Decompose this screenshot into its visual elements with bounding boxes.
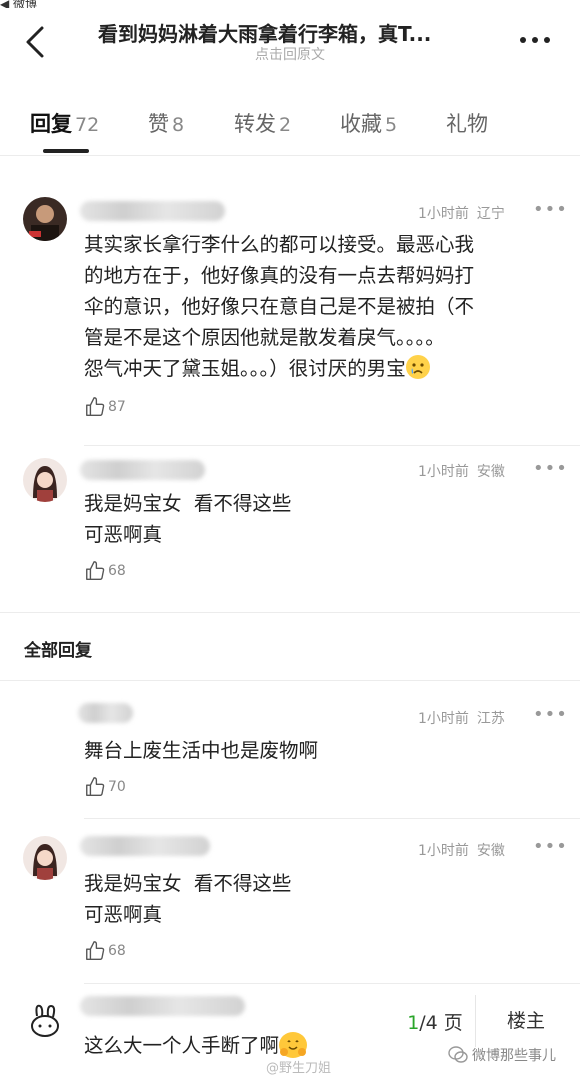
comment-location: 安徽: [476, 464, 505, 480]
all-replies-heading: 全部回复: [24, 641, 92, 661]
comment-text-body: 这么大一个人手断了啊: [84, 1034, 280, 1057]
username-blurred[interactable]: [78, 703, 133, 723]
hugging-face-icon: [279, 1032, 308, 1058]
wechat-icon: [448, 1046, 468, 1063]
username-blurred[interactable]: [80, 201, 225, 221]
like-button[interactable]: 87: [84, 396, 126, 418]
avatar[interactable]: [23, 197, 67, 241]
tab-label: 收藏: [340, 112, 382, 136]
comment-meta: 1小时前 江苏: [418, 708, 505, 728]
back-to-original-link[interactable]: 点击回原文: [0, 44, 580, 64]
user-avatar-icon: [23, 836, 67, 880]
username-blurred[interactable]: [80, 836, 210, 856]
crying-face-icon: [405, 355, 430, 379]
comment-divider: [84, 818, 580, 819]
comment-location: 江苏: [476, 711, 505, 727]
comment-meta: 1小时前 辽宁: [418, 203, 505, 223]
page-indicator[interactable]: 1/4 页: [395, 1008, 475, 1035]
like-count: 70: [108, 779, 126, 795]
rabbit-avatar-icon: [26, 1002, 64, 1040]
like-button[interactable]: 68: [84, 940, 126, 962]
watermark-right: 微博那些事儿: [448, 1045, 556, 1065]
avatar[interactable]: [23, 836, 67, 880]
comment-text: 这么大一个人手断了啊: [84, 1030, 384, 1061]
user-avatar-icon: [23, 458, 67, 502]
like-count: 87: [108, 399, 126, 415]
comment-text: 我是妈宝女 看不得这些 可恶啊真: [84, 492, 292, 546]
comment-time: 1小时前: [418, 843, 469, 859]
comment-more-button[interactable]: •••: [533, 836, 568, 857]
comment-more-button[interactable]: •••: [533, 199, 568, 220]
status-bar-back-link[interactable]: ◀ 微博: [0, 0, 80, 8]
like-button[interactable]: 68: [84, 560, 126, 582]
comment-divider: [84, 983, 580, 984]
tab-favorites[interactable]: 收藏 5: [340, 108, 397, 138]
current-page: 1: [407, 1011, 420, 1034]
watermark-center: @野生刀姐: [266, 1061, 332, 1076]
section-divider: [0, 612, 580, 613]
tab-likes[interactable]: 赞8: [148, 108, 184, 138]
like-button[interactable]: 70: [84, 776, 126, 798]
tab-count: 8: [172, 114, 185, 136]
tabs-divider: [0, 155, 580, 156]
page-title[interactable]: 看到妈妈淋着大雨拿着行李箱，真T...: [98, 18, 488, 47]
thumbs-up-icon: [86, 561, 105, 580]
comment-text: 舞台上废生活中也是废物啊: [84, 739, 319, 762]
comment-location: 安徽: [476, 843, 505, 859]
username-blurred[interactable]: [80, 996, 245, 1016]
bottom-pagination-bar: 1/4 页 楼主: [395, 995, 580, 1047]
tab-label: 礼物: [446, 112, 488, 136]
active-tab-indicator: [43, 149, 89, 153]
thumbs-up-icon: [86, 777, 105, 796]
tab-count: 72: [75, 114, 100, 136]
section-divider: [0, 680, 580, 681]
original-poster-filter-button[interactable]: 楼主: [475, 995, 576, 1047]
page-total: /4 页: [419, 1011, 463, 1034]
username-blurred[interactable]: [80, 460, 205, 480]
tab-reposts[interactable]: 转发 2: [234, 108, 291, 138]
comment-text: 其实家长拿行李什么的都可以接受。最恶心我 的地方在于，他好像真的没有一点去帮妈妈…: [84, 229, 544, 384]
avatar[interactable]: [26, 1002, 64, 1040]
tab-gifts[interactable]: 礼物: [446, 108, 488, 138]
comment-time: 1小时前: [418, 711, 469, 727]
more-options-button[interactable]: [515, 30, 555, 50]
tab-count: 5: [385, 114, 398, 136]
comment-time: 1小时前: [418, 464, 469, 480]
tab-replies[interactable]: 回复 72: [30, 108, 99, 138]
comment-more-button[interactable]: •••: [533, 704, 568, 725]
like-count: 68: [108, 943, 126, 959]
tab-label: 回复: [30, 112, 72, 136]
comment-more-button[interactable]: •••: [533, 458, 568, 479]
user-avatar-icon: [23, 197, 67, 241]
tab-count: 2: [279, 114, 292, 136]
avatar[interactable]: [23, 458, 67, 502]
tab-label: 赞: [148, 112, 169, 136]
tab-label: 转发: [234, 112, 276, 136]
comment-time: 1小时前: [418, 206, 469, 222]
comment-location: 辽宁: [476, 206, 505, 222]
comment-meta: 1小时前 安徽: [418, 840, 505, 860]
thumbs-up-icon: [86, 397, 105, 416]
watermark-text: 微博那些事儿: [472, 1048, 556, 1064]
thumbs-up-icon: [86, 941, 105, 960]
comment-text: 我是妈宝女 看不得这些 可恶啊真: [84, 872, 292, 926]
more-dots-icon: [520, 37, 550, 43]
comment-meta: 1小时前 安徽: [418, 461, 505, 481]
comment-divider: [84, 445, 580, 446]
like-count: 68: [108, 563, 126, 579]
